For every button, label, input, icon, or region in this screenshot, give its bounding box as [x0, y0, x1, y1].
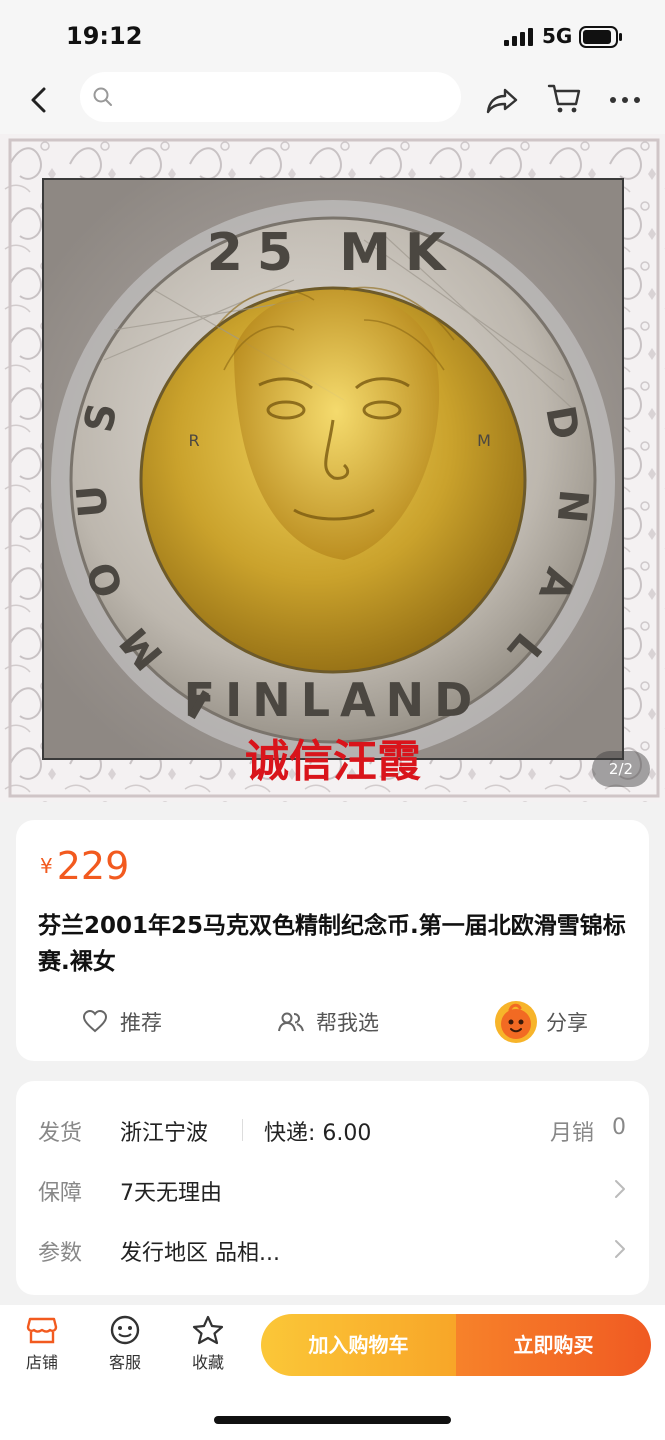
- guarantee-row[interactable]: 保障 7天无理由: [16, 1167, 649, 1211]
- cart-icon[interactable]: [546, 80, 582, 116]
- params-value: 发行地区 品相...: [120, 1241, 280, 1266]
- shipping-row[interactable]: 发货 浙江宁波 快递: 6.00 月销 0: [16, 1107, 649, 1151]
- service-label: 客服: [108, 1353, 141, 1372]
- star-icon: [192, 1315, 224, 1345]
- recommend-button[interactable]: 推荐: [82, 1000, 162, 1044]
- product-info-card: 发货 浙江宁波 快递: 6.00 月销 0 保障 7天无理由 参数 发行地区 品…: [16, 1081, 649, 1295]
- product-gallery[interactable]: 25 MK FINLAND S U O M I D N A L R M 诚信汪霞…: [0, 134, 665, 802]
- svg-text:N: N: [548, 487, 597, 524]
- chat-face-icon: [110, 1315, 140, 1345]
- back-arrow-icon[interactable]: [24, 84, 56, 116]
- product-actions: 推荐 帮我选 分享: [16, 1000, 649, 1044]
- top-bar: 19:12 5G: [0, 0, 665, 134]
- search-icon: [93, 87, 112, 106]
- share-button[interactable]: 分享: [494, 1000, 588, 1044]
- status-time: 19:12: [66, 22, 143, 50]
- battery-icon: [579, 26, 622, 48]
- mascot-icon: [495, 1001, 537, 1043]
- buy-now-button[interactable]: 立即购买: [456, 1314, 651, 1376]
- heart-icon: [82, 1009, 108, 1033]
- chevron-right-icon: [615, 1180, 625, 1198]
- store-label: 店铺: [25, 1353, 58, 1372]
- store-button[interactable]: 店铺: [12, 1315, 72, 1373]
- svg-text:诚信汪霞: 诚信汪霞: [245, 736, 421, 787]
- customer-service-button[interactable]: 客服: [95, 1315, 155, 1373]
- help-choose-label: 帮我选: [316, 1011, 379, 1035]
- chevron-right-icon: [615, 1240, 625, 1258]
- params-label: 参数: [38, 1241, 83, 1266]
- signal-icon: [504, 28, 533, 46]
- svg-text:U: U: [69, 483, 118, 519]
- guarantee-label: 保障: [38, 1181, 83, 1206]
- help-choose-button[interactable]: 帮我选: [278, 1000, 379, 1044]
- network-type: 5G: [542, 24, 573, 48]
- coin-image: 25 MK FINLAND S U O M I D N A L R M: [44, 180, 622, 764]
- price-value: 229: [56, 844, 130, 888]
- more-icon[interactable]: [606, 82, 644, 118]
- product-summary-card: ¥229 芬兰2001年25马克双色精制纪念币.第一届北欧滑雪锦标赛.裸女 推荐…: [16, 820, 649, 1061]
- guarantee-value: 7天无理由: [120, 1181, 222, 1206]
- divider: [242, 1119, 243, 1141]
- svg-text:25 MK: 25 MK: [207, 223, 460, 283]
- shipping-label: 发货: [38, 1121, 83, 1146]
- people-icon: [278, 1012, 304, 1032]
- svg-text:FINLAND: FINLAND: [184, 673, 483, 727]
- favorite-label: 收藏: [191, 1353, 224, 1372]
- currency-symbol: ¥: [40, 854, 53, 878]
- monthly-sales-value: 0: [612, 1115, 626, 1140]
- nav-row: [0, 70, 665, 130]
- monthly-sales-label: 月销: [550, 1121, 595, 1146]
- purchase-buttons: 加入购物车 立即购买: [261, 1314, 651, 1376]
- product-price: ¥229: [40, 844, 129, 888]
- gallery-pager: 2/2: [592, 751, 650, 787]
- express-fee: 快递: 6.00: [264, 1121, 372, 1146]
- store-icon: [26, 1317, 58, 1344]
- shipping-origin: 浙江宁波: [120, 1121, 209, 1146]
- home-indicator: [214, 1416, 451, 1424]
- share-icon[interactable]: [484, 82, 520, 118]
- add-to-cart-button[interactable]: 加入购物车: [261, 1314, 456, 1376]
- product-title: 芬兰2001年25马克双色精制纪念币.第一届北欧滑雪锦标赛.裸女: [38, 913, 626, 975]
- favorite-button[interactable]: 收藏: [178, 1315, 238, 1373]
- seller-watermark: 诚信汪霞: [245, 736, 421, 787]
- share-label: 分享: [546, 1011, 588, 1035]
- coin-photo: 25 MK FINLAND S U O M I D N A L R M: [42, 178, 624, 764]
- svg-text:R: R: [188, 431, 199, 450]
- status-bar: 19:12 5G: [0, 0, 665, 70]
- bottom-action-bar: 店铺 客服 收藏 加入购物车 立即购买: [0, 1305, 665, 1440]
- search-bar[interactable]: [80, 72, 461, 122]
- svg-text:M: M: [477, 431, 491, 450]
- params-row[interactable]: 参数 发行地区 品相...: [16, 1227, 649, 1271]
- recommend-label: 推荐: [120, 1011, 162, 1035]
